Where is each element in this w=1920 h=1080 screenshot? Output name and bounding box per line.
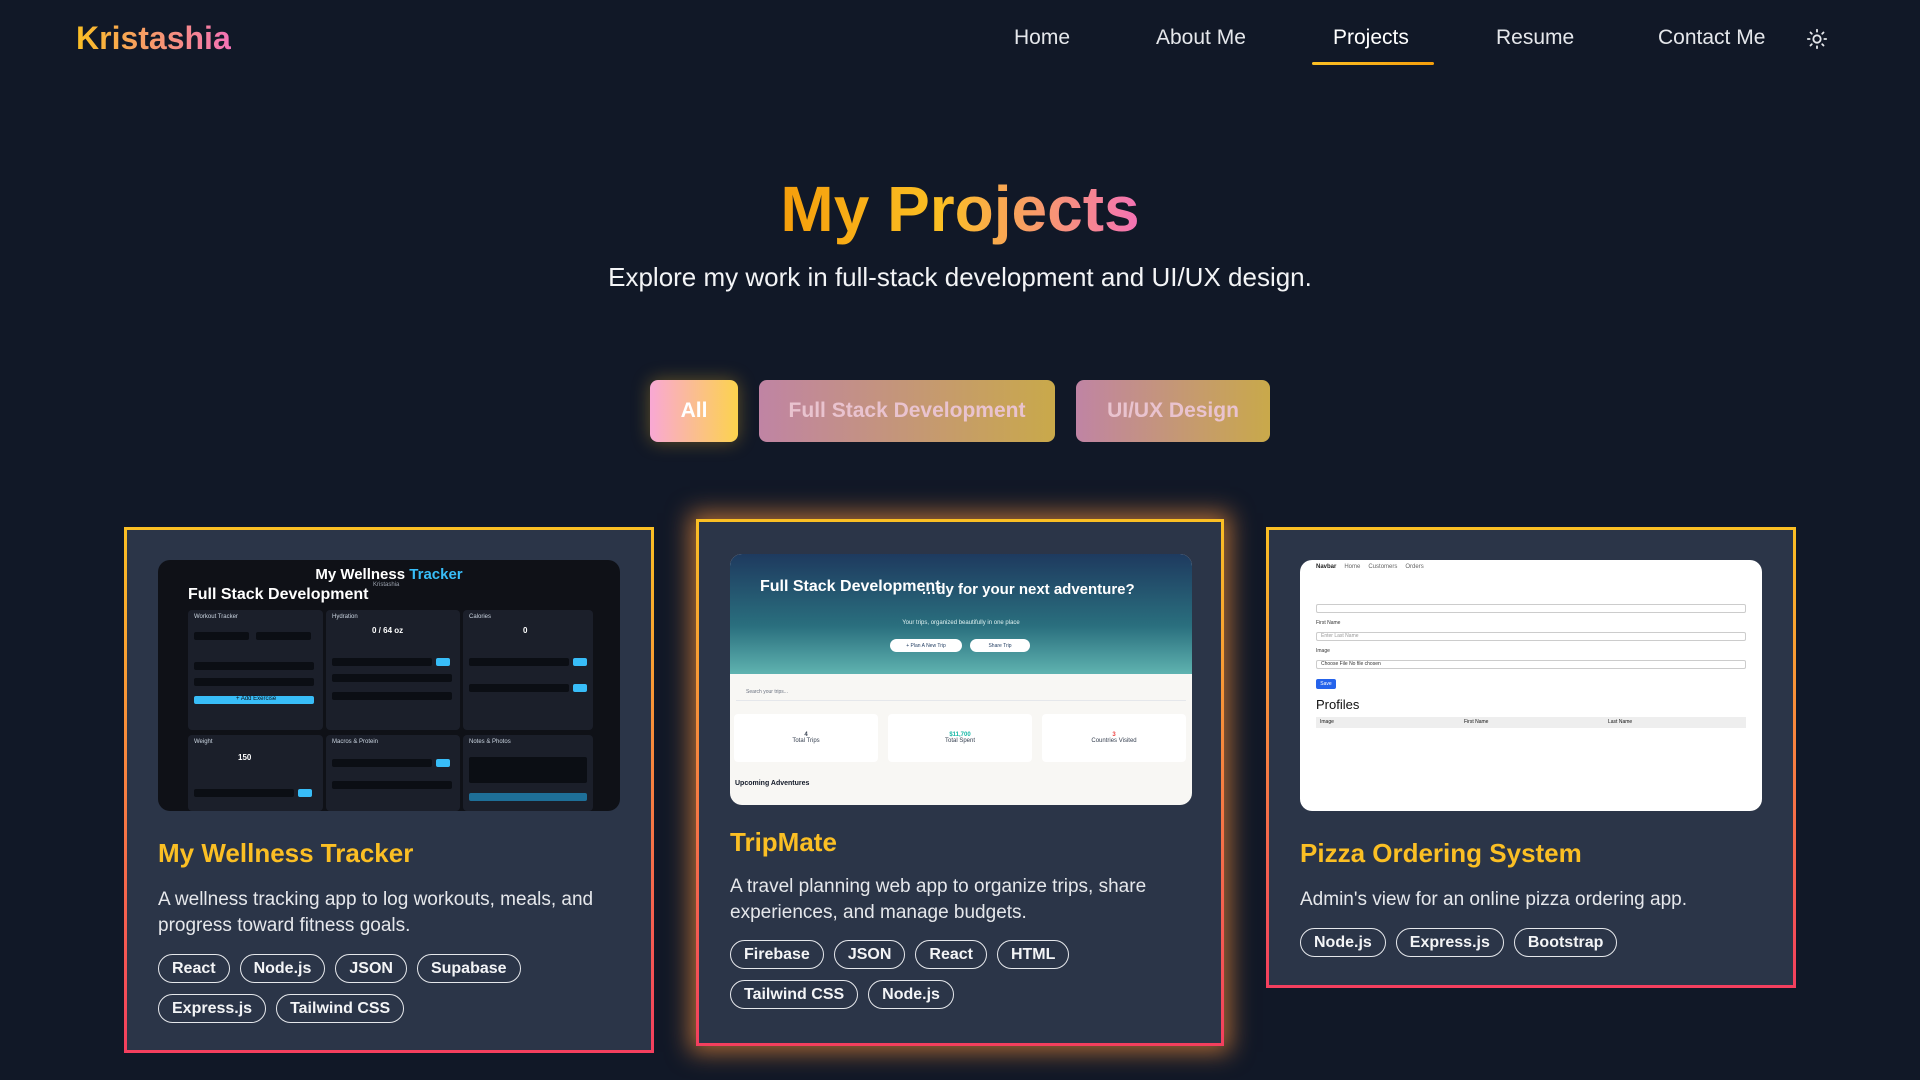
nav-link-home[interactable]: Home (1014, 26, 1070, 50)
thumb-hero-banner (730, 554, 1192, 674)
nav-link-about[interactable]: About Me (1156, 26, 1246, 50)
project-thumbnail[interactable]: Navbar Home Customers Orders First Name Ent… (1300, 560, 1762, 811)
sun-icon[interactable] (1806, 28, 1828, 50)
tech-tag: HTML (996, 940, 1070, 969)
tech-tag: React (915, 940, 987, 969)
thumb-input: Enter Last Name (1316, 632, 1746, 641)
thumb-plan-trip-button: + Plan A New Trip (890, 639, 962, 652)
thumb-hydration-value: 0 / 64 oz (372, 626, 404, 635)
thumb-panel-title: Weight (194, 739, 213, 745)
tech-tags: Firebase JSON React HTML Tailwind CSS No… (730, 940, 1200, 1009)
thumb-panel-title: Calories (469, 614, 492, 620)
project-title[interactable]: My Wellness Tracker (158, 838, 413, 869)
project-description: A wellness tracking app to log workouts,… (158, 889, 594, 936)
project-card-tripmate[interactable]: …dy for your next adventure? Full Stack … (696, 519, 1224, 1046)
thumb-panel: Hydration 0 / 64 oz (326, 610, 460, 730)
thumb-panel-title: Notes & Photos (469, 739, 511, 745)
project-card-wellness[interactable]: My Wellness Tracker Full Stack Developme… (124, 527, 654, 1053)
thumb-table-header: Image First Name Last Name (1316, 717, 1746, 728)
page-title: My Projects (780, 173, 1140, 245)
project-description: A travel planning web app to organize tr… (730, 876, 1147, 923)
filter-uiux-button[interactable]: UI/UX Design (1076, 380, 1270, 442)
active-nav-underline (1312, 62, 1434, 65)
tech-tags: React Node.js JSON Supabase Express.js T… (158, 954, 628, 1023)
thumb-stat: 3 Countries Visited (1042, 714, 1186, 762)
thumb-navbar: Navbar Home Customers Orders (1316, 564, 1424, 570)
filter-full-stack-button[interactable]: Full Stack Development (759, 380, 1055, 442)
tech-tag: Firebase (730, 940, 824, 969)
thumb-calories-value: 0 (523, 626, 528, 635)
page-subtitle: Explore my work in full-stack developmen… (608, 262, 1312, 292)
thumb-category-badge: Full Stack Development (760, 578, 941, 595)
tech-tag: Node.js (868, 980, 954, 1009)
tech-tag: Tailwind CSS (276, 994, 405, 1023)
thumb-panel-title: Macros & Protein (332, 739, 379, 745)
thumb-save-button: Save (1316, 679, 1336, 689)
tech-tag: Supabase (416, 954, 521, 983)
top-nav: Kristashia Home About Me Projects Resume… (0, 0, 1920, 80)
thumb-tagline: Your trips, organized beautifully in one… (902, 620, 1020, 626)
thumb-section-title: Upcoming Adventures (735, 780, 810, 787)
tech-tag: Node.js (1300, 928, 1386, 957)
thumb-app-title: My Wellness Tracker (315, 566, 463, 583)
tech-tag: Express.js (158, 994, 267, 1023)
project-thumbnail[interactable]: My Wellness Tracker Full Stack Developme… (158, 560, 620, 811)
project-title[interactable]: Pizza Ordering System (1300, 838, 1582, 869)
tech-tag: React (158, 954, 230, 983)
nav-link-projects[interactable]: Projects (1333, 26, 1409, 50)
thumb-headline: …dy for your next adventure? (921, 581, 1135, 598)
thumb-user: Kristashia (373, 582, 400, 588)
tech-tag: Bootstrap (1513, 928, 1618, 957)
thumb-panel: Calories 0 (463, 610, 593, 730)
thumb-stat: 4 Total Trips (734, 714, 878, 762)
project-title[interactable]: TripMate (730, 827, 837, 858)
project-thumbnail[interactable]: …dy for your next adventure? Full Stack … (730, 554, 1192, 805)
thumb-panel: Workout Tracker + Add Exercise (188, 610, 323, 730)
thumb-panel-title: Hydration (332, 614, 358, 620)
nav-link-contact[interactable]: Contact Me (1658, 26, 1765, 50)
tech-tag: JSON (335, 954, 407, 983)
thumb-stat: $11,700 Total Spent (888, 714, 1032, 762)
thumb-profiles-heading: Profiles (1316, 697, 1360, 712)
thumb-add-exercise: + Add Exercise (236, 696, 277, 702)
thumb-search-bar: Search your trips... (736, 689, 1186, 701)
thumb-input (1316, 604, 1746, 613)
nav-links: Home About Me Projects Resume Contact Me (0, 26, 1920, 66)
project-description: Admin's view for an online pizza orderin… (1300, 889, 1688, 910)
thumb-file-input: Choose File No file chosen (1316, 660, 1746, 669)
thumb-share-trip-button: Share Trip (970, 639, 1030, 652)
filter-all-button[interactable]: All (650, 380, 738, 442)
tech-tag: Express.js (1395, 928, 1504, 957)
tech-tags: Node.js Express.js Bootstrap (1300, 928, 1770, 957)
thumb-label: First Name (1316, 620, 1341, 626)
tech-tag: Tailwind CSS (730, 980, 859, 1009)
project-card-pizza[interactable]: Navbar Home Customers Orders First Name Ent… (1266, 527, 1796, 988)
thumb-weight-value: 150 (238, 753, 252, 762)
thumb-panel-title: Workout Tracker (194, 614, 238, 620)
thumb-panel: Notes & Photos (463, 735, 593, 811)
thumb-panel: Macros & Protein (326, 735, 460, 811)
thumb-panel: Weight 150 (188, 735, 323, 811)
thumb-label: Image (1316, 648, 1330, 654)
nav-link-resume[interactable]: Resume (1496, 26, 1574, 50)
thumb-category-badge: Full Stack Development (188, 586, 369, 603)
tech-tag: JSON (833, 940, 906, 969)
tech-tag: Node.js (239, 954, 326, 983)
